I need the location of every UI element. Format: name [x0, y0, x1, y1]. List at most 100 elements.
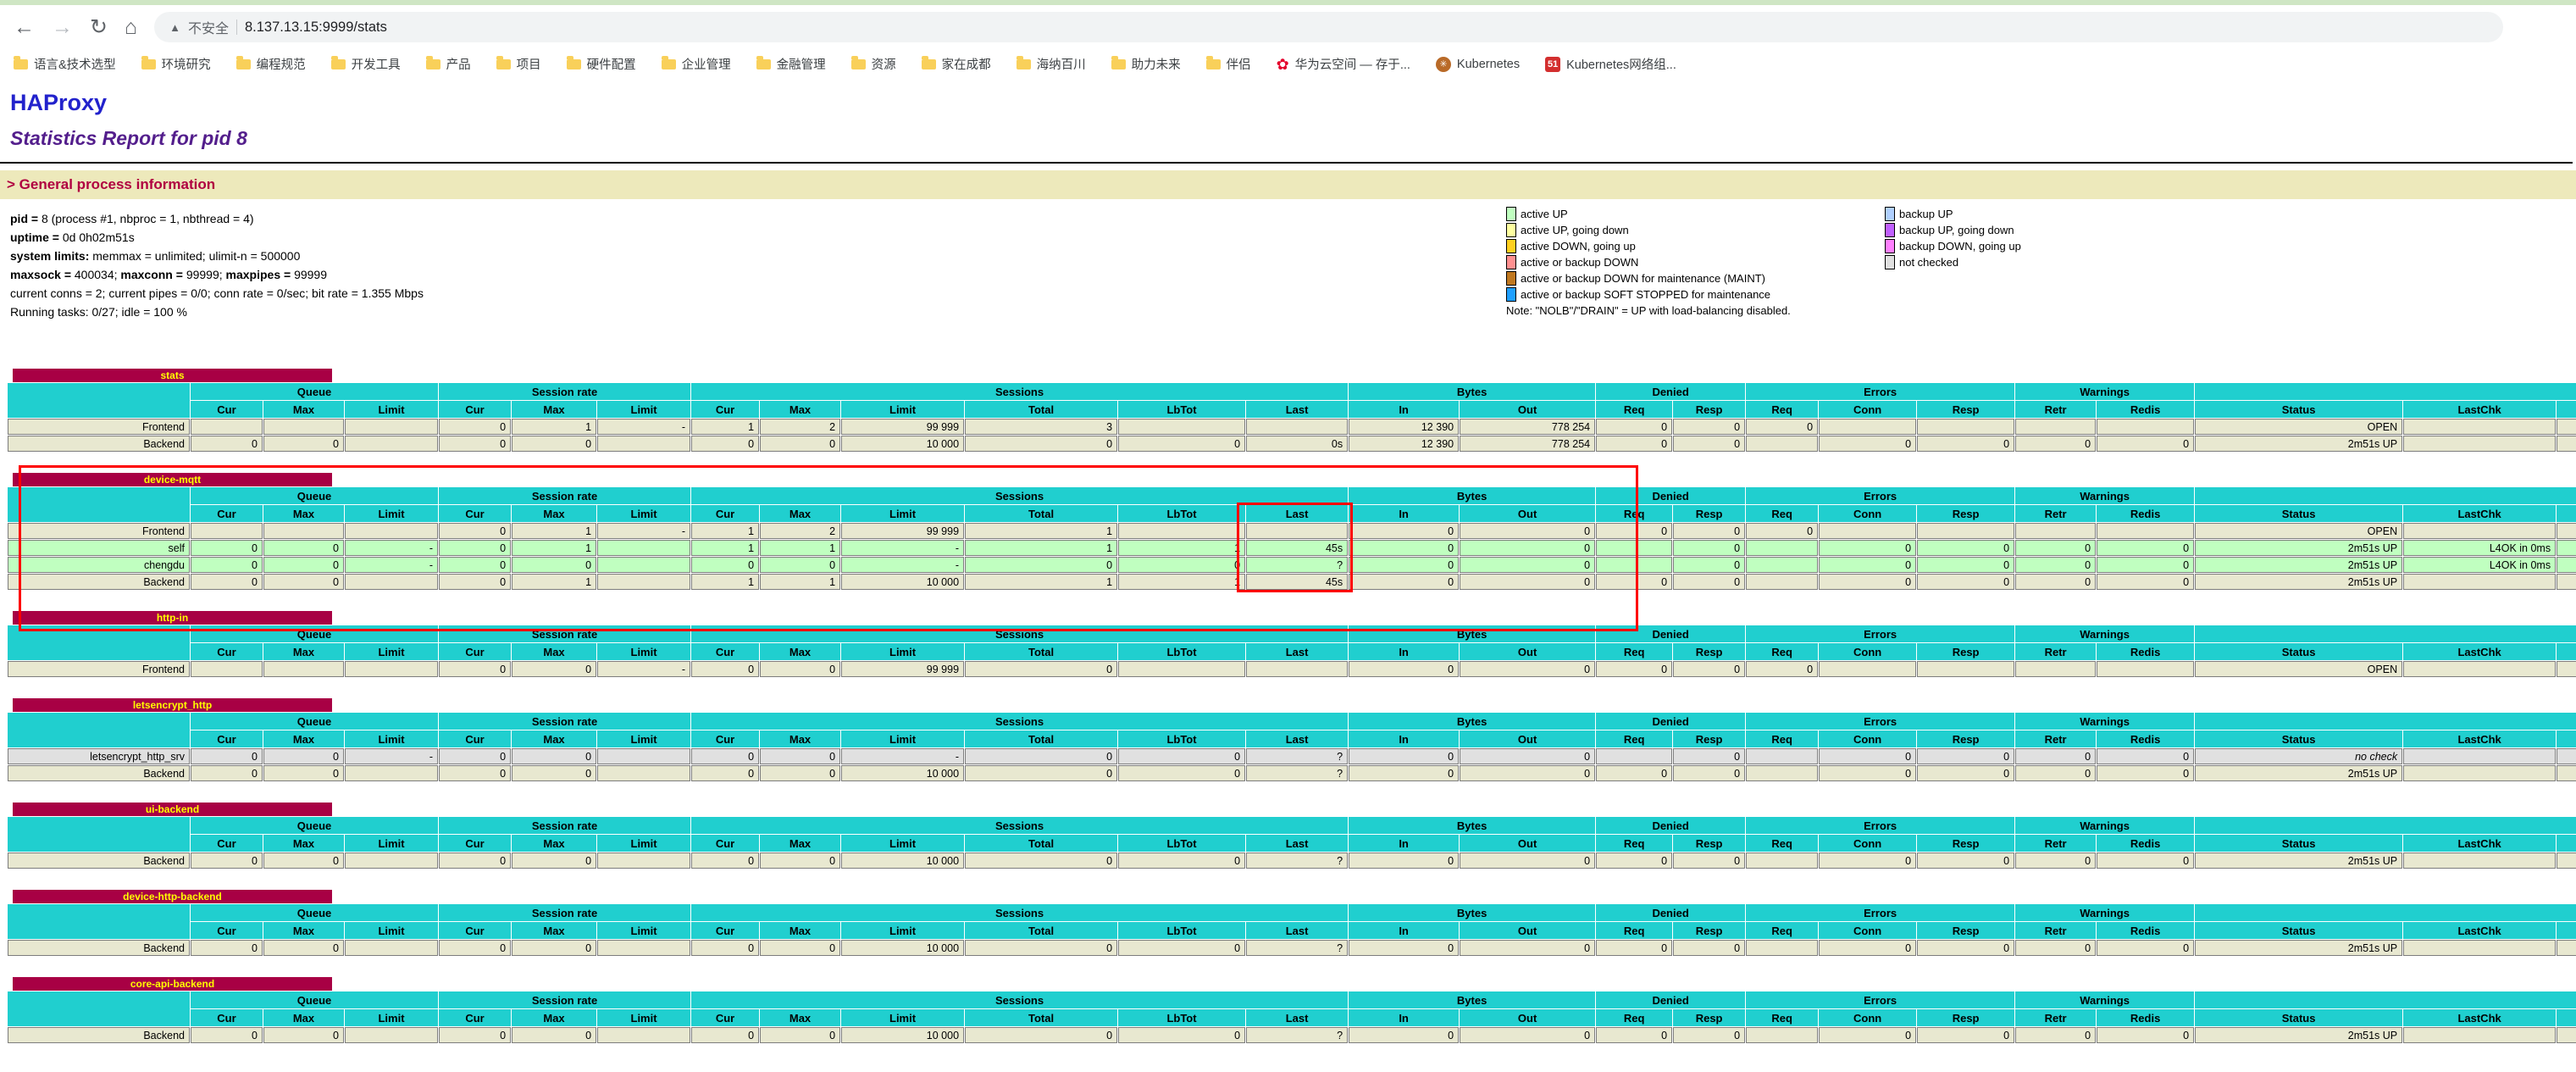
process-info: pid = 8 (process #1, nbproc = 1, nbthrea… — [10, 209, 2576, 321]
forward-button[interactable]: → — [52, 17, 73, 38]
column-group-header: Bytes — [1349, 817, 1595, 834]
bookmark-item[interactable]: 企业管理 — [662, 55, 731, 73]
column-subheader: Conn — [1819, 643, 1916, 660]
stat-cell: 0 — [439, 574, 511, 590]
legend-item: active or backup SOFT STOPPED for mainte… — [1506, 287, 1770, 302]
stat-cell: 2 — [760, 419, 840, 435]
stat-cell: 0 — [263, 436, 344, 452]
column-subheader: LbTot — [1118, 730, 1245, 747]
column-group-header: Queue — [191, 487, 438, 504]
column-group-header — [2195, 487, 2576, 504]
column-group-header — [2195, 713, 2576, 730]
stat-cell: 0 — [691, 853, 759, 869]
column-subheader: LbTot — [1118, 922, 1245, 939]
column-subheader: Resp — [1917, 730, 2014, 747]
stat-cell: 1 — [512, 574, 596, 590]
legend-swatch — [1885, 207, 1895, 221]
column-subheader: Resp — [1673, 505, 1745, 522]
legend-swatch — [1885, 223, 1895, 237]
legend-item: backup UP, going down — [1885, 223, 2014, 237]
bookmark-item[interactable]: 家在成都 — [922, 55, 991, 73]
stat-cell: 45s — [1246, 574, 1348, 590]
stat-cell — [191, 661, 263, 677]
stat-cell: 0 — [2015, 853, 2096, 869]
bookmark-item[interactable]: 伴侣 — [1206, 55, 1251, 73]
bookmark-item[interactable]: 编程规范 — [236, 55, 306, 73]
legend-swatch — [1506, 207, 1516, 221]
column-subheader: Max — [263, 643, 344, 660]
bookmark-item[interactable]: 语言&技术选型 — [14, 55, 116, 73]
stat-cell — [345, 419, 438, 435]
column-group-header: Denied — [1596, 383, 1745, 400]
stat-cell: 1 — [760, 574, 840, 590]
column-group-header: Sessions — [691, 991, 1348, 1008]
bookmark-item[interactable]: 开发工具 — [331, 55, 401, 73]
bookmark-item[interactable]: 助力未来 — [1111, 55, 1181, 73]
stat-cell — [1819, 661, 1916, 677]
process-info-line: pid = 8 (process #1, nbproc = 1, nbthrea… — [10, 209, 2576, 228]
bookmark-item[interactable]: 51Kubernetes网络组... — [1545, 55, 1676, 73]
bookmark-item[interactable]: ✿华为云空间 — 存于... — [1277, 55, 1410, 73]
stat-cell: 0 — [439, 661, 511, 677]
column-group-header: Errors — [1746, 904, 2014, 921]
home-button[interactable]: ⌂ — [125, 17, 137, 38]
stats-table-device-http-backend: QueueSession rateSessionsBytesDeniedErro… — [7, 903, 2576, 957]
bookmark-item[interactable]: ✳Kubernetes — [1436, 57, 1520, 72]
stat-cell: 0 — [2097, 1027, 2194, 1043]
table-row-self: self00-0111-1145s00000002m51s UPL4OK in … — [8, 540, 2576, 556]
stat-cell — [1746, 748, 1818, 764]
column-subheader: Limit — [597, 1009, 690, 1026]
stat-cell: 10 000 — [841, 853, 964, 869]
column-subheader: Max — [760, 505, 840, 522]
stat-cell — [2557, 523, 2576, 539]
stat-cell: 0 — [1819, 765, 1916, 781]
column-subheader: LastChk — [2403, 730, 2556, 747]
stat-cell: 45s — [1246, 540, 1348, 556]
stat-cell: - — [345, 748, 438, 764]
stat-cell: 0 — [965, 557, 1117, 573]
omnibox[interactable]: ▲ 不安全 8.137.13.15:9999/stats — [154, 12, 2503, 42]
stat-cell: 1 — [691, 574, 759, 590]
stat-cell — [597, 436, 690, 452]
column-group-header: Errors — [1746, 713, 2014, 730]
column-subheader: Conn — [1819, 505, 1916, 522]
bookmark-label: 项目 — [517, 55, 541, 73]
stat-cell: 0 — [2015, 940, 2096, 956]
stat-cell: 0 — [263, 557, 344, 573]
stat-cell: 0 — [1460, 748, 1595, 764]
bookmark-item[interactable]: 资源 — [851, 55, 896, 73]
stat-cell: 0 — [1819, 436, 1916, 452]
stat-cell: 0 — [2015, 1027, 2096, 1043]
column-subheader: LbTot — [1118, 1009, 1245, 1026]
stat-cell — [1118, 419, 1245, 435]
stat-cell: 0 — [263, 1027, 344, 1043]
stat-cell — [1118, 523, 1245, 539]
lastchk-cell — [2403, 574, 2556, 590]
bookmark-item[interactable]: 海纳百川 — [1017, 55, 1086, 73]
proxy-section-ui-backend: ui-backendQueueSession rateSessionsBytes… — [7, 803, 2576, 869]
stat-cell: 0 — [1460, 557, 1595, 573]
column-group-header — [2195, 817, 2576, 834]
stat-cell: 0 — [1673, 436, 1745, 452]
bookmark-label: 助力未来 — [1132, 55, 1181, 73]
huawei-icon: ✿ — [1277, 57, 1289, 72]
stat-cell: 0 — [691, 748, 759, 764]
back-button[interactable]: ← — [14, 17, 35, 38]
stat-cell: 0 — [439, 765, 511, 781]
column-subheader: Out — [1460, 401, 1595, 418]
bookmark-item[interactable]: 项目 — [496, 55, 541, 73]
bookmark-item[interactable]: 金融管理 — [756, 55, 826, 73]
bookmark-item[interactable]: 环境研究 — [141, 55, 211, 73]
bookmark-item[interactable]: 硬件配置 — [567, 55, 636, 73]
table-row-Backend: Backend00000010 00000?000000002m51s UP0 — [8, 853, 2576, 869]
status-cell: OPEN — [2195, 523, 2402, 539]
column-subheader: Last — [1246, 401, 1348, 418]
status-cell: 2m51s UP — [2195, 1027, 2402, 1043]
column-subheader: Cur — [191, 730, 263, 747]
bookmark-item[interactable]: 产品 — [426, 55, 471, 73]
row-name-cell: Frontend — [8, 419, 190, 435]
column-subheader: Req — [1746, 505, 1818, 522]
reload-button[interactable]: ↻ — [90, 17, 108, 38]
stat-cell: 0 — [1673, 523, 1745, 539]
column-subheader: Retr — [2015, 1009, 2096, 1026]
